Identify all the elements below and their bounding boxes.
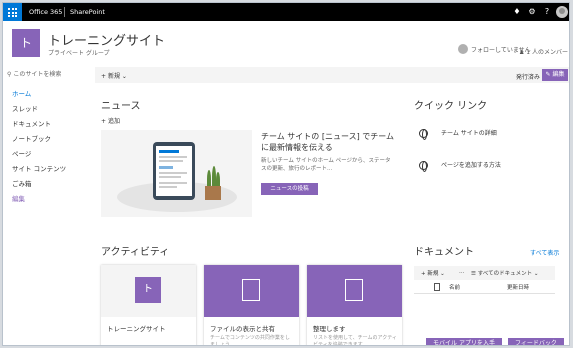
doc-view-label: すべてのドキュメント [477,271,533,277]
nav-item-notebook[interactable]: ノートブック [12,133,51,143]
add-news-button[interactable]: + 追加 [101,116,120,125]
members-link[interactable]: ♟ 1 人のメンバー [519,47,568,56]
nav-edit-link[interactable]: 編集 [12,193,25,203]
card-description: チームでコンテンツの共同作業をしましょう [210,335,290,346]
documents-command-bar: + 新規 ⌄ … ☰ すべてのドキュメント ⌄ [414,266,555,280]
quick-links-heading: クイック リンク [414,101,488,112]
get-mobile-app-button[interactable]: モバイル アプリを入手 [426,338,502,345]
doc-view-selector[interactable]: ☰ すべてのドキュメント ⌄ [471,269,538,277]
globe-icon [419,129,428,140]
news-hero-image[interactable] [101,130,252,217]
card-title: トレーニングサイト [107,325,166,333]
activity-heading: アクティビティ [101,247,170,258]
site-search-box[interactable]: ⚲ このサイトを検索 [7,69,87,83]
quick-link-add-page[interactable]: ページを追加する方法 [441,160,501,169]
nav-item-pages[interactable]: ページ [12,148,31,158]
doc-new-button[interactable]: + 新規 ⌄ [421,269,445,277]
search-icon: ⚲ [7,71,12,78]
help-icon[interactable]: ? [542,7,552,17]
edit-button[interactable]: ✎ 編集 [542,69,568,81]
news-heading: ニュース [101,101,141,112]
nav-item-recycle-bin[interactable]: ごみ箱 [12,178,32,188]
members-label: 1 人のメンバー [526,49,569,56]
see-all-link[interactable]: すべて表示 [530,248,559,257]
user-avatar[interactable] [556,6,568,18]
column-name-header[interactable]: 名前 [449,283,460,291]
doc-new-label: 新規 [427,271,439,277]
column-modified-header[interactable]: 更新日時 [507,283,529,291]
plant-pot [205,186,221,200]
nav-item-site-contents[interactable]: サイト コンテンツ [12,163,66,173]
user-avatar-icon [458,44,468,54]
news-hero-title[interactable]: チーム サイトの [ニュース] でチームに最新情報を伝える [261,131,401,153]
site-logo[interactable]: ト [12,29,40,57]
activity-card-site[interactable]: ト トレーニングサイト [101,265,196,345]
card-description: リストを使用して、チームのアクティビティを追跡できます [313,335,397,346]
list-icon [345,279,363,301]
news-hero-description: 新しいチーム サイトのホーム ページから、ステータスの更新、旅行のレポート... [261,158,391,172]
new-button-label: 新規 [107,73,120,80]
quick-link-team-site[interactable]: チーム サイトの詳細 [441,128,497,137]
bell-icon[interactable]: ♦ [512,7,522,17]
suite-divider [64,7,65,17]
site-privacy-label: プライベート グループ [48,50,110,57]
post-news-button[interactable]: ニュースの投稿 [261,183,318,195]
site-logo-thumbnail: ト [135,277,161,303]
nav-item-threads[interactable]: スレッド [12,103,38,113]
add-news-label: 追加 [107,118,120,125]
tablet-illustration [153,142,195,200]
nav-item-documents[interactable]: ドキュメント [12,118,51,128]
sharepoint-window: Office 365 SharePoint ♦ ⚙ ? ト トレーニングサイト … [2,2,570,346]
card-title: 整理します [313,325,346,333]
waffle-icon[interactable] [3,3,22,21]
documents-heading: ドキュメント [414,247,474,258]
suite-bar: Office 365 SharePoint ♦ ⚙ ? [3,3,569,21]
globe-icon [419,161,428,172]
card-title: ファイルの表示と共有 [210,325,275,333]
activity-card-files[interactable]: ファイルの表示と共有 チームでコンテンツの共同作業をしましょう [204,265,299,346]
edit-button-label: 編集 [552,71,565,78]
doc-more-button[interactable]: … [459,269,465,275]
activity-card-organize[interactable]: 整理します リストを使用して、チームのアクティビティを追跡できます [307,265,402,346]
documents-divider [414,293,555,294]
site-title[interactable]: トレーニングサイト [48,30,165,49]
gear-icon[interactable]: ⚙ [527,7,537,17]
search-input[interactable]: このサイトを検索 [13,71,61,78]
published-status: 発行済み [516,74,541,81]
sharepoint-link[interactable]: SharePoint [70,8,105,16]
office365-link[interactable]: Office 365 [29,8,62,16]
nav-item-home[interactable]: ホーム [12,88,31,98]
file-type-icon [434,283,440,291]
feedback-button[interactable]: フィードバック [508,338,564,345]
file-upload-icon [242,279,260,301]
command-bar: + 新規 ⌄ 発行済み ✎ 編集 [95,67,569,83]
new-button[interactable]: + 新規 ⌄ [101,71,127,80]
